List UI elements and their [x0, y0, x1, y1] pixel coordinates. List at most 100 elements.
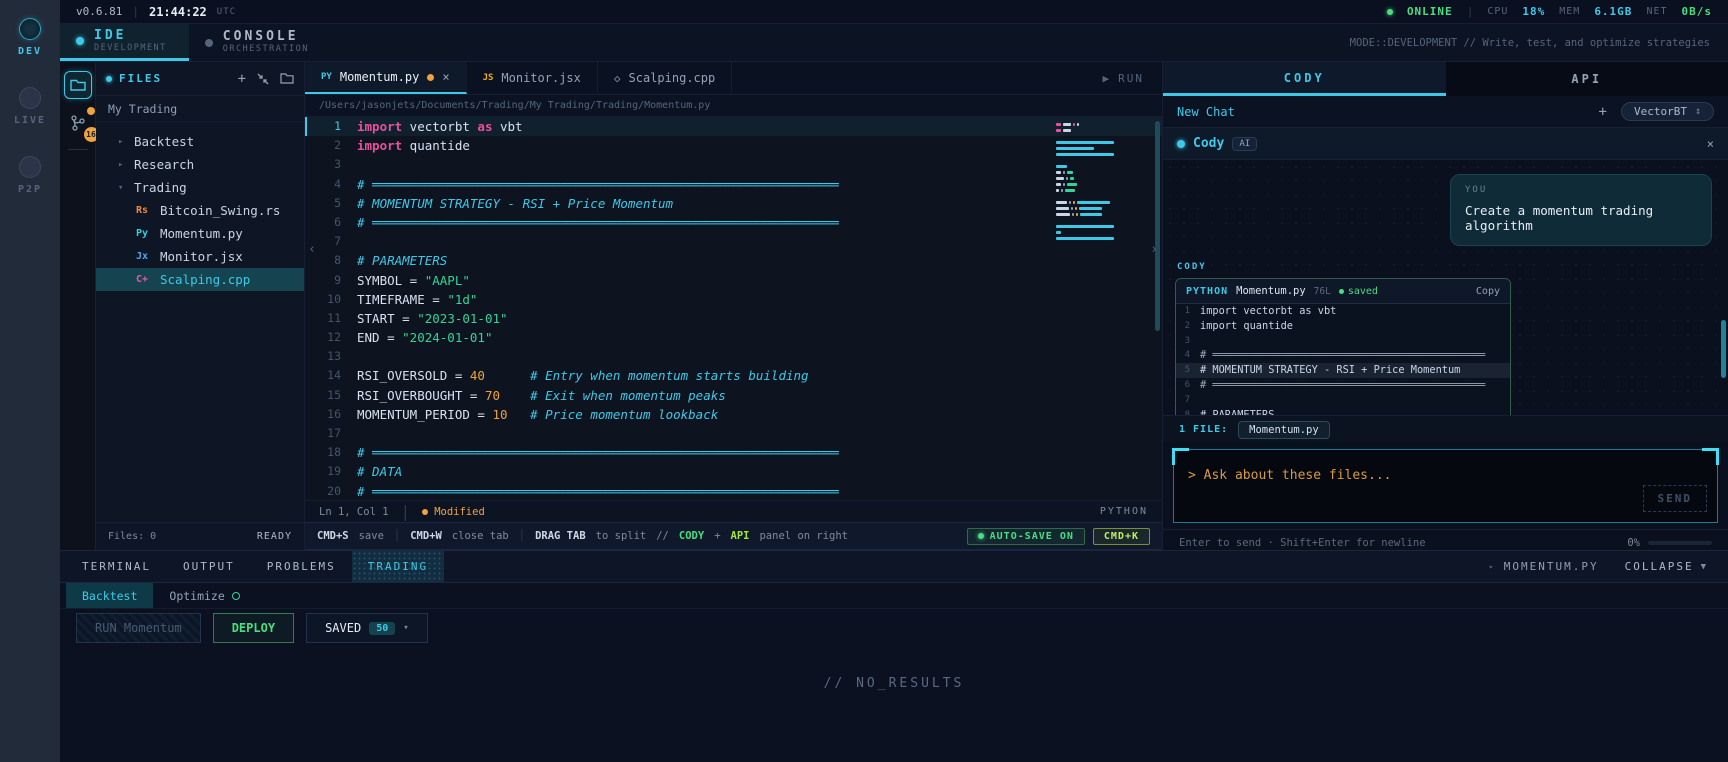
- python-file-icon: PY: [321, 72, 332, 82]
- tree-file-scalping[interactable]: C+ Scalping.cpp: [96, 268, 304, 291]
- editor-tab-momentum[interactable]: PY Momentum.py ×: [305, 62, 467, 94]
- deploy-button[interactable]: DEPLOY: [212, 613, 295, 643]
- new-chat-button[interactable]: New Chat: [1177, 105, 1235, 119]
- saved-versions-dropdown[interactable]: SAVED 50 ▾: [306, 613, 428, 643]
- divider: |: [132, 5, 139, 18]
- file-name: Momentum.py: [160, 226, 243, 241]
- cody-tab-label: CODY: [1283, 70, 1325, 85]
- rail-item-live[interactable]: LIVE: [0, 87, 60, 126]
- mem-label: MEM: [1559, 6, 1581, 17]
- language-mode: PYTHON: [1099, 506, 1148, 517]
- context-file-chip[interactable]: Momentum.py: [1238, 420, 1330, 439]
- minimap-line: [1056, 182, 1148, 187]
- collapse-panel-button[interactable]: COLLAPSE ▼: [1625, 560, 1708, 573]
- cpp-file-icon: ◇: [613, 71, 621, 85]
- autosave-toggle[interactable]: AUTO-SAVE ON: [966, 527, 1085, 545]
- snippet-code-line: 1 import vectorbt as vbt: [1184, 305, 1337, 317]
- cody-hint: CODY: [678, 530, 705, 542]
- context-files-label: 1 FILE:: [1179, 424, 1229, 435]
- snippet-line-count: 76L: [1313, 285, 1331, 297]
- editor-tab-scalping[interactable]: ◇ Scalping.cpp: [598, 62, 733, 94]
- trading-ide-app: DEV LIVE P2P v0.6.81 | 21:44:22 UTC ONLI…: [0, 0, 1728, 762]
- explorer-ready-status: READY: [256, 531, 292, 542]
- net-value: 0B/s: [1681, 5, 1712, 18]
- clock: 21:44:22: [148, 4, 207, 19]
- tab-trading[interactable]: TRADING: [351, 551, 445, 582]
- tree-folder-research[interactable]: ▸ Research: [96, 153, 304, 176]
- copy-button[interactable]: Copy: [1476, 286, 1500, 297]
- play-icon: ▶: [1102, 71, 1112, 85]
- chat-input-placeholder: > Ask about these files...: [1188, 468, 1392, 483]
- tab-ide-title: IDE: [94, 27, 127, 43]
- minimap-line: [1056, 200, 1148, 205]
- code-viewport[interactable]: 1 import vectorbt as vbt 2 import quantide 3…: [305, 117, 1162, 500]
- tab-ide[interactable]: IDE DEVELOPMENT: [60, 24, 189, 61]
- tree-folder-backtest[interactable]: ▸ Backtest: [96, 130, 304, 153]
- snippet-code-line: 3: [1184, 335, 1190, 346]
- code-line: 7: [334, 234, 341, 249]
- collapse-all-icon[interactable]: [257, 73, 269, 85]
- send-hint: Enter to send · Shift+Enter for newline: [1179, 536, 1426, 549]
- file-name: Monitor.jsx: [160, 249, 243, 264]
- python-file-icon: Py: [136, 228, 149, 239]
- tree-file-momentum[interactable]: Py Momentum.py: [96, 222, 304, 245]
- chat-input[interactable]: > Ask about these files... SEND: [1172, 448, 1719, 523]
- minimap[interactable]: [1056, 123, 1148, 241]
- tab-output[interactable]: OUTPUT: [167, 551, 251, 582]
- subtab-label: Backtest: [82, 588, 138, 603]
- chat-history[interactable]: YOU Create a momentum trading algorithm …: [1163, 160, 1728, 415]
- editor-tab-label: Scalping.cpp: [628, 71, 716, 85]
- tab-api[interactable]: API: [1445, 62, 1728, 96]
- run-momentum-button[interactable]: RUN Momentum: [76, 613, 201, 643]
- workspace-root-label: My Trading: [108, 101, 178, 116]
- minimap-line: [1056, 164, 1148, 169]
- git-button[interactable]: 16: [64, 107, 99, 142]
- rail-item-p2p[interactable]: P2P: [0, 156, 60, 195]
- close-icon[interactable]: ×: [442, 70, 449, 84]
- minimap-line: [1056, 236, 1148, 241]
- collapse-left-panel-handle[interactable]: ‹: [306, 238, 318, 260]
- editor-scrollbar[interactable]: [1155, 121, 1160, 331]
- tab-terminal[interactable]: TERMINAL: [66, 551, 167, 582]
- tab-problems[interactable]: PROBLEMS: [251, 551, 352, 582]
- new-file-icon[interactable]: +: [238, 72, 246, 86]
- folder-name: Backtest: [134, 134, 195, 149]
- command-palette-button[interactable]: CMD+K: [1092, 527, 1150, 545]
- tree-folder-trading[interactable]: ▾ Trading: [96, 176, 304, 199]
- workspace-root[interactable]: My Trading: [96, 96, 304, 122]
- minimap-line: [1056, 224, 1148, 229]
- code-line: 11 START = "2023-01-01": [327, 310, 508, 326]
- files-status-dot: [106, 75, 112, 82]
- collapse-right-panel-handle[interactable]: ›: [1148, 238, 1160, 260]
- cody-panel: CODY API New Chat + VectorBT ↕ Cody AI ×: [1163, 62, 1728, 550]
- assistant-tab-bar: CODY API: [1163, 62, 1728, 96]
- tab-console[interactable]: CONSOLE ORCHESTRATION: [189, 24, 331, 61]
- close-icon[interactable]: ×: [1707, 137, 1714, 151]
- editor-tab-monitor[interactable]: JS Monitor.jsx: [467, 62, 598, 94]
- subtab-backtest[interactable]: Backtest: [66, 583, 154, 608]
- triangle-icon: ▸: [1488, 562, 1496, 571]
- send-button[interactable]: SEND: [1642, 485, 1707, 512]
- subtab-optimize[interactable]: Optimize: [153, 583, 255, 608]
- minimap-line: [1056, 188, 1148, 193]
- new-folder-icon[interactable]: [280, 73, 294, 84]
- rail-item-dev[interactable]: DEV: [0, 18, 60, 57]
- main-nav-bar: IDE DEVELOPMENT CONSOLE ORCHESTRATION MO…: [60, 24, 1728, 62]
- tree-file-bitcoin-swing[interactable]: Rs Bitcoin_Swing.rs: [96, 199, 304, 222]
- model-select[interactable]: VectorBT ↕: [1620, 102, 1714, 121]
- tree-file-monitor[interactable]: Jx Monitor.jsx: [96, 245, 304, 268]
- shortcut-key: DRAG TAB: [535, 530, 586, 542]
- explorer-button[interactable]: [63, 71, 92, 99]
- rust-file-icon: Rs: [136, 205, 149, 216]
- divider: │: [393, 530, 401, 542]
- run-button[interactable]: ▶ RUN: [1085, 62, 1163, 94]
- tab-cody[interactable]: CODY: [1163, 62, 1446, 96]
- minimap-line: [1056, 123, 1148, 127]
- editor-tab-bar: PY Momentum.py × JS Monitor.jsx ◇ Scalpi…: [305, 62, 1162, 95]
- chat-scrollbar[interactable]: [1721, 320, 1726, 378]
- add-chat-icon[interactable]: +: [1599, 104, 1607, 120]
- folder-icon: [69, 79, 86, 92]
- code-editor: PY Momentum.py × JS Monitor.jsx ◇ Scalpi…: [305, 62, 1163, 522]
- minimap-line: [1056, 195, 1148, 198]
- minimap-line: [1056, 212, 1148, 217]
